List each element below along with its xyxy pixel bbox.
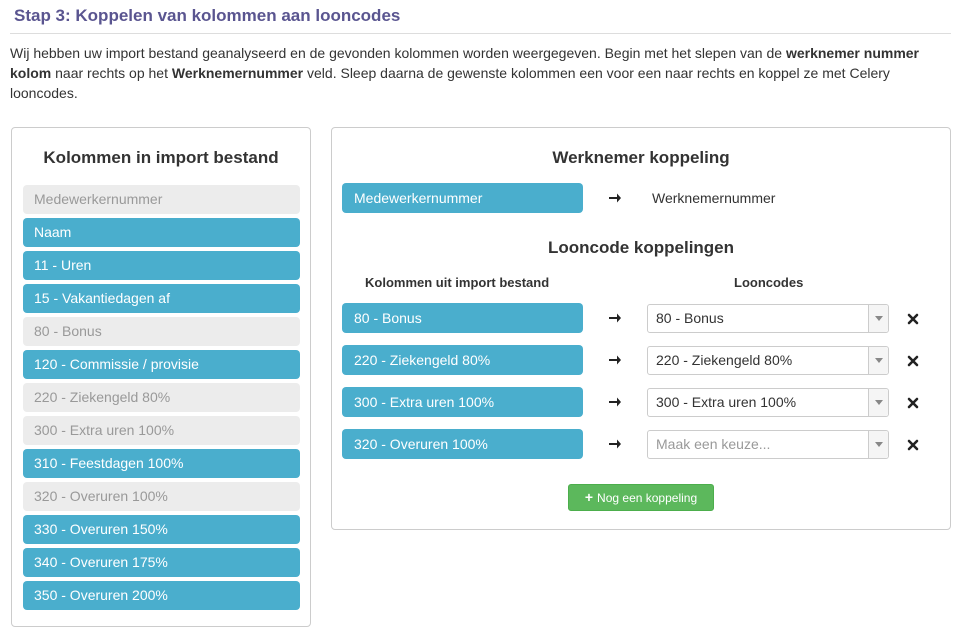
- arrow-right-icon: [609, 193, 621, 203]
- intro-bold2: Werknemernummer: [171, 65, 304, 81]
- intro-part1: Wij hebben uw import bestand geanalyseer…: [10, 45, 786, 61]
- import-column-item[interactable]: 320 - Overuren 100%: [23, 482, 300, 511]
- import-columns-heading: Kolommen in import bestand: [43, 148, 279, 167]
- looncode-select-value: 80 - Bonus: [656, 310, 724, 326]
- chevron-down-icon: [875, 442, 883, 447]
- looncode-select[interactable]: 300 - Extra uren 100%: [647, 388, 889, 417]
- looncode-select[interactable]: Maak een keuze...: [647, 430, 889, 459]
- import-columns-panel: Kolommen in import bestand Medewerkernum…: [11, 127, 311, 627]
- title-divider: [10, 33, 951, 34]
- import-column-item[interactable]: Naam: [23, 218, 300, 247]
- dropdown-toggle[interactable]: [868, 389, 888, 416]
- source-column-header: Kolommen uit import bestand: [365, 275, 550, 290]
- intro-part2: naar rechts op het: [51, 65, 172, 81]
- chevron-down-icon: [875, 316, 883, 321]
- mapped-source-chip[interactable]: 320 - Overuren 100%: [342, 429, 583, 459]
- looncode-select-value: Maak een keuze...: [656, 436, 771, 452]
- arrow-right-icon: [609, 355, 621, 365]
- chevron-down-icon: [875, 400, 883, 405]
- import-column-item[interactable]: 220 - Ziekengeld 80%: [23, 383, 300, 412]
- chevron-down-icon: [875, 358, 883, 363]
- close-icon[interactable]: [907, 439, 919, 451]
- mapping-panel: Werknemer koppeling Medewerkernummer Wer…: [331, 127, 951, 530]
- target-column-header: Looncodes: [734, 275, 804, 290]
- looncode-select-value: 300 - Extra uren 100%: [656, 394, 797, 410]
- page-title: Stap 3: Koppelen van kolommen aan loonco…: [14, 6, 401, 25]
- close-icon[interactable]: [907, 355, 919, 367]
- import-column-item[interactable]: 120 - Commissie / provisie: [23, 350, 300, 379]
- import-column-item[interactable]: 15 - Vakantiedagen af: [23, 284, 300, 313]
- employee-target-field[interactable]: Werknemernummer: [652, 190, 775, 206]
- mapped-source-chip[interactable]: 300 - Extra uren 100%: [342, 387, 583, 417]
- dropdown-toggle[interactable]: [868, 431, 888, 458]
- arrow-right-icon: [609, 313, 621, 323]
- mapped-source-chip[interactable]: 220 - Ziekengeld 80%: [342, 345, 583, 375]
- import-column-item[interactable]: 330 - Overuren 150%: [23, 515, 300, 544]
- employee-mapping-heading: Werknemer koppeling: [552, 148, 730, 167]
- close-icon[interactable]: [907, 397, 919, 409]
- add-mapping-label: Nog een koppeling: [597, 491, 698, 505]
- arrow-right-icon: [609, 439, 621, 449]
- mapped-source-chip[interactable]: 80 - Bonus: [342, 303, 583, 333]
- import-column-item[interactable]: 340 - Overuren 175%: [23, 548, 300, 577]
- looncode-select[interactable]: 220 - Ziekengeld 80%: [647, 346, 889, 375]
- arrow-right-icon: [609, 397, 621, 407]
- import-column-item[interactable]: 11 - Uren: [23, 251, 300, 280]
- import-column-item[interactable]: 80 - Bonus: [23, 317, 300, 346]
- add-mapping-button[interactable]: + Nog een koppeling: [568, 484, 714, 511]
- import-column-item[interactable]: 300 - Extra uren 100%: [23, 416, 300, 445]
- wage-mapping-heading: Looncode koppelingen: [547, 238, 735, 257]
- looncode-select[interactable]: 80 - Bonus: [647, 304, 889, 333]
- plus-icon: +: [584, 489, 594, 505]
- intro-text: Wij hebben uw import bestand geanalyseer…: [10, 43, 950, 103]
- dropdown-toggle[interactable]: [868, 305, 888, 332]
- close-icon[interactable]: [907, 313, 919, 325]
- looncode-select-value: 220 - Ziekengeld 80%: [656, 352, 793, 368]
- import-column-item[interactable]: 310 - Feestdagen 100%: [23, 449, 300, 478]
- dropdown-toggle[interactable]: [868, 347, 888, 374]
- import-column-item[interactable]: 350 - Overuren 200%: [23, 581, 300, 610]
- import-column-item[interactable]: Medewerkernummer: [23, 185, 300, 214]
- employee-source-chip[interactable]: Medewerkernummer: [342, 183, 583, 213]
